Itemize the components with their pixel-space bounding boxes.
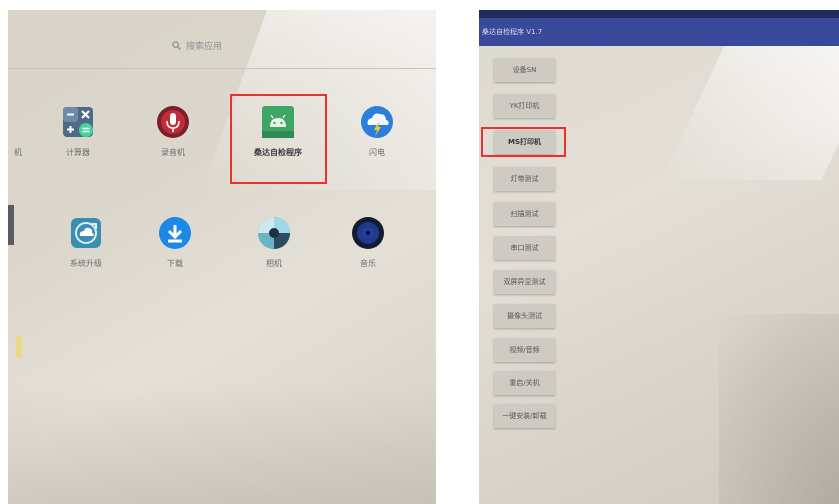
highlight-box bbox=[481, 127, 566, 157]
app-label: 音乐 bbox=[360, 259, 376, 268]
reboot-shutdown-button[interactable]: 重启/关机 bbox=[494, 371, 555, 395]
app-label: 下载 bbox=[167, 259, 183, 268]
microphone-icon bbox=[156, 105, 190, 139]
search-placeholder: 搜索应用 bbox=[185, 41, 222, 52]
bezel-edge bbox=[8, 205, 14, 245]
cloud-update-icon bbox=[69, 216, 103, 250]
app-label: 计算器 bbox=[66, 148, 90, 157]
button-label: 双屏异显测试 bbox=[503, 278, 546, 286]
dual-screen-test-button[interactable]: 双屏异显测试 bbox=[494, 270, 555, 294]
search-icon bbox=[172, 40, 181, 50]
button-label: 设备SN bbox=[512, 66, 537, 74]
serial-test-button[interactable]: 串口测试 bbox=[494, 236, 555, 260]
status-bar bbox=[479, 10, 839, 18]
button-label: 一键安装/卸载 bbox=[502, 412, 547, 420]
button-label: YK打印机 bbox=[509, 102, 540, 110]
button-label: 摄像头测试 bbox=[507, 312, 542, 320]
app-label: 相机 bbox=[266, 259, 282, 268]
app-camera[interactable]: 相机 bbox=[234, 216, 314, 269]
scan-test-button[interactable]: 扫描测试 bbox=[494, 202, 555, 226]
button-label: 灯带测试 bbox=[510, 175, 539, 183]
screen-shade bbox=[8, 384, 436, 504]
app-download[interactable]: 下载 bbox=[135, 216, 215, 269]
search-divider bbox=[8, 68, 436, 69]
app-label: 闪电 bbox=[369, 148, 385, 157]
button-label: 重启/关机 bbox=[509, 379, 540, 387]
download-icon bbox=[158, 216, 192, 250]
install-uninstall-button[interactable]: 一键安装/卸载 bbox=[494, 404, 555, 428]
launcher-screen: 搜索应用 机 计算器 录音机 桑达自检程序 闪电 系统升级 下载 相机 音乐 bbox=[8, 10, 436, 504]
app-calculator[interactable]: 计算器 bbox=[38, 105, 118, 158]
partial-app-label: 机 bbox=[14, 148, 22, 157]
button-label: 视频/音频 bbox=[509, 346, 540, 354]
highlight-box bbox=[230, 94, 327, 184]
app-system-update[interactable]: 系统升级 bbox=[46, 216, 126, 269]
cloud-lightning-icon bbox=[360, 105, 394, 139]
yk-printer-button[interactable]: YK打印机 bbox=[494, 94, 555, 118]
app-bar: 桑达自检程序 V1.7 bbox=[479, 10, 839, 46]
button-label: 串口测试 bbox=[510, 244, 539, 252]
test-app-screen: 桑达自检程序 V1.7 设备SN YK打印机 MS打印机 灯带测试 扫描测试 串… bbox=[479, 10, 839, 504]
button-label: 扫描测试 bbox=[510, 210, 539, 218]
light-strip-test-button[interactable]: 灯带测试 bbox=[494, 167, 555, 191]
app-flash[interactable]: 闪电 bbox=[337, 105, 417, 158]
app-music[interactable]: 音乐 bbox=[328, 216, 408, 269]
app-search-bar[interactable]: 搜索应用 bbox=[82, 32, 312, 58]
calculator-icon bbox=[61, 105, 95, 139]
device-sn-button[interactable]: 设备SN bbox=[494, 58, 555, 82]
app-title: 桑达自检程序 V1.7 bbox=[482, 28, 543, 36]
camera-test-button[interactable]: 摄像头测试 bbox=[494, 304, 555, 328]
app-label: 录音机 bbox=[161, 148, 185, 157]
app-recorder[interactable]: 录音机 bbox=[133, 105, 213, 158]
music-icon bbox=[351, 216, 385, 250]
partial-app-icon bbox=[16, 336, 22, 358]
camera-aperture-icon bbox=[257, 216, 291, 250]
screen-shade bbox=[719, 314, 839, 504]
app-label: 系统升级 bbox=[70, 259, 102, 268]
video-audio-button[interactable]: 视频/音频 bbox=[494, 338, 555, 362]
